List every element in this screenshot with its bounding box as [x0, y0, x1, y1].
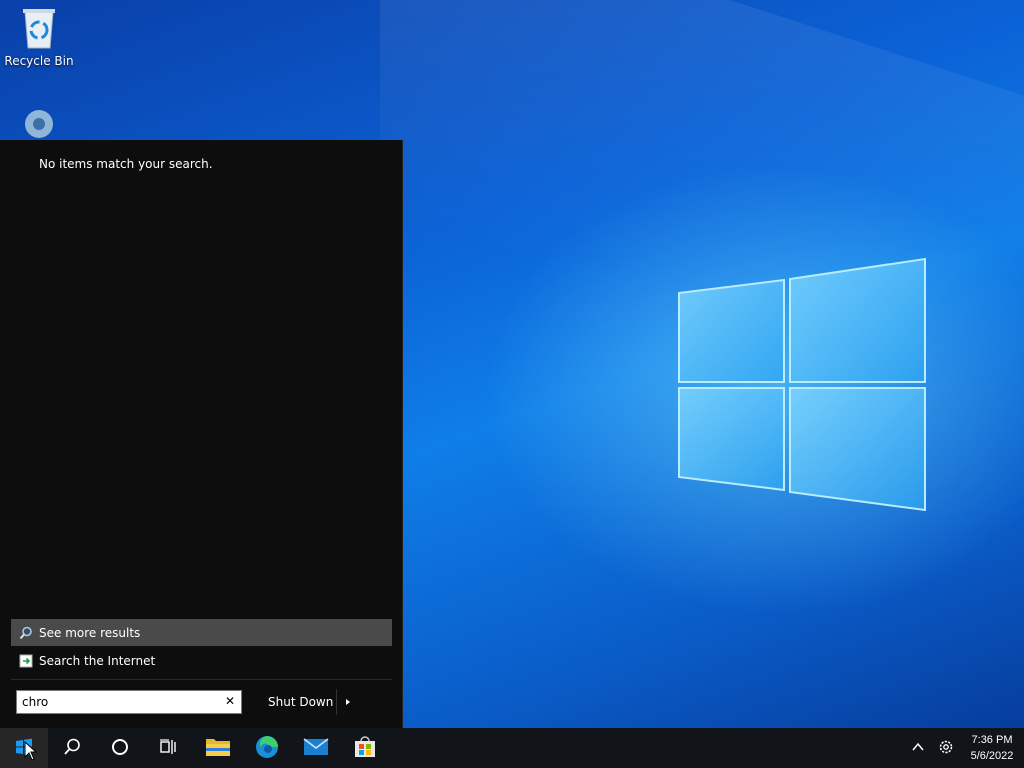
- search-internet-item[interactable]: Search the Internet: [11, 647, 392, 674]
- no-results-message: No items match your search.: [39, 157, 213, 171]
- start-search-box[interactable]: ✕: [16, 690, 242, 714]
- start-search-input[interactable]: [17, 691, 217, 713]
- cortana-circle-icon: [110, 737, 130, 760]
- recycle-bin-icon: [19, 6, 59, 50]
- clock[interactable]: 7:36 PM 5/6/2022: [960, 732, 1024, 764]
- file-explorer-button[interactable]: [194, 728, 242, 768]
- clear-x-icon[interactable]: ✕: [224, 695, 236, 707]
- mouse-cursor-icon: [24, 740, 38, 761]
- store-icon: [353, 735, 377, 762]
- edge-browser-button[interactable]: [243, 728, 291, 768]
- chevron-up-icon: [911, 740, 925, 757]
- tray-settings-button[interactable]: [932, 728, 960, 768]
- clock-time: 7:36 PM: [971, 734, 1013, 746]
- windows-logo-wallpaper: [676, 256, 928, 514]
- clock-date: 5/6/2022: [970, 750, 1014, 762]
- chevron-right-icon[interactable]: [336, 689, 358, 715]
- mail-button[interactable]: [292, 728, 340, 768]
- taskbar: 7:36 PM 5/6/2022: [0, 728, 1024, 768]
- mail-icon: [303, 737, 329, 760]
- search-icon: [62, 737, 82, 760]
- cortana-button[interactable]: [96, 728, 144, 768]
- shutdown-label: Shut Down: [268, 695, 334, 709]
- system-tray: 7:36 PM 5/6/2022: [904, 728, 1024, 768]
- menu-divider: [11, 679, 392, 680]
- see-more-results-label: See more results: [39, 625, 141, 640]
- taskbar-search-button[interactable]: [48, 728, 96, 768]
- recycle-bin-desktop-icon[interactable]: Recycle Bin: [2, 6, 76, 68]
- store-button[interactable]: [341, 728, 389, 768]
- start-menu: No items match your search. See more res…: [0, 140, 403, 728]
- see-more-results-item[interactable]: See more results: [11, 619, 392, 646]
- tray-overflow-button[interactable]: [904, 728, 932, 768]
- gear-icon: [937, 738, 955, 759]
- folder-icon: [205, 736, 231, 761]
- edge-browser-icon: [255, 735, 279, 762]
- shutdown-button[interactable]: Shut Down: [258, 689, 358, 715]
- internet-search-icon: [19, 654, 33, 668]
- recycle-bin-label: Recycle Bin: [4, 54, 74, 68]
- task-view-icon: [158, 737, 178, 760]
- search-internet-label: Search the Internet: [39, 653, 156, 668]
- magnifier-icon: [19, 626, 33, 640]
- task-view-button[interactable]: [144, 728, 192, 768]
